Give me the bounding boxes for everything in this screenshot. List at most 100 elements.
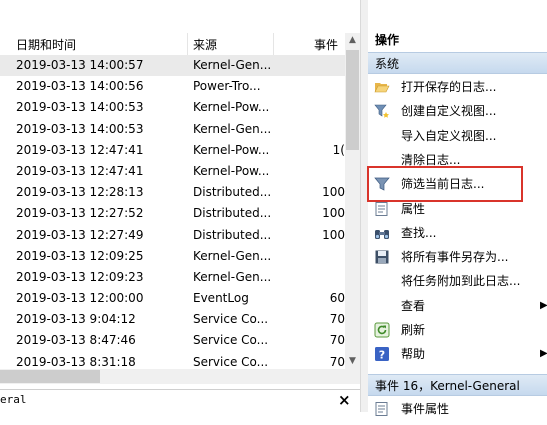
table-row[interactable]: 2019-03-13 12:09:23 Kernel-Gen...	[0, 267, 345, 288]
cell-datetime: 2019-03-13 12:47:41	[16, 163, 144, 178]
table-row[interactable]: 2019-03-13 12:28:13 Distributed... 100	[0, 182, 345, 203]
scrollbar-thumb[interactable]	[346, 50, 359, 150]
action-item-label: 导入自定义视图...	[401, 128, 497, 143]
action-item[interactable]: 创建自定义视图...	[368, 99, 547, 123]
cell-source: Kernel-Pow...	[193, 100, 270, 115]
table-row[interactable]: 2019-03-13 12:27:52 Distributed... 100	[0, 203, 345, 224]
cell-event-id: 100	[322, 227, 345, 242]
table-row[interactable]: 2019-03-13 14:00:57 Kernel-Gen...	[0, 55, 345, 77]
cell-datetime: 2019-03-13 8:47:46	[16, 333, 136, 348]
vertical-scrollbar[interactable]: ▲ ▼	[345, 33, 360, 369]
save-icon	[374, 249, 390, 265]
cell-source: Service Co...	[193, 312, 269, 327]
submenu-arrow-icon: ▶	[540, 348, 547, 360]
action-item[interactable]: 查看 ▶	[368, 294, 547, 318]
binoculars-icon	[374, 225, 390, 241]
properties-icon	[374, 401, 390, 417]
column-divider[interactable]	[187, 33, 188, 55]
table-row[interactable]: 2019-03-13 9:04:12 Service Co... 70	[0, 309, 345, 330]
scrollbar-thumb[interactable]	[0, 370, 100, 383]
cell-event-id: 60	[329, 291, 345, 306]
section-header-event[interactable]: 事件 16，Kernel-General	[368, 374, 547, 396]
cell-source: Kernel-Gen...	[193, 58, 272, 72]
cell-source: Service Co...	[193, 354, 269, 369]
svg-text:?: ?	[379, 349, 385, 362]
action-item[interactable]: 事件属性	[368, 397, 547, 421]
section-header-system[interactable]: 系统	[368, 52, 547, 74]
scroll-up-icon[interactable]: ▲	[345, 33, 360, 48]
action-item[interactable]: 导入自定义视图...	[368, 124, 547, 148]
help-icon: ?	[374, 346, 390, 362]
action-item[interactable]: 将任务附加到此日志...	[368, 269, 547, 293]
action-item-label: 查看	[401, 298, 426, 313]
action-item-label: 事件属性	[401, 402, 450, 416]
table-row[interactable]: 2019-03-13 12:09:25 Kernel-Gen...	[0, 246, 345, 267]
cell-event-id: 1(	[332, 142, 345, 157]
cell-event-id: 70	[329, 312, 345, 327]
event-detail-title: eral	[0, 393, 27, 406]
cell-source: Kernel-Pow...	[193, 142, 270, 157]
column-divider[interactable]	[273, 33, 274, 55]
action-item[interactable]: 查找...	[368, 221, 547, 245]
table-row[interactable]: 2019-03-13 14:00:53 Kernel-Pow...	[0, 97, 345, 118]
cell-source: Distributed...	[193, 206, 272, 221]
cell-datetime: 2019-03-13 14:00:53	[16, 121, 144, 136]
cell-datetime: 2019-03-13 12:47:41	[16, 142, 144, 157]
action-item[interactable]: 将所有事件另存为...	[368, 245, 547, 269]
highlight-box	[367, 166, 523, 202]
properties-icon	[374, 201, 390, 217]
folder-open-icon	[374, 79, 390, 95]
table-row[interactable]: 2019-03-13 14:00:53 Kernel-Gen...	[0, 119, 345, 140]
table-row[interactable]: 2019-03-13 8:31:18 Service Co... 70	[0, 352, 345, 369]
action-item-label: 查找...	[401, 225, 437, 240]
column-header-datetime[interactable]: 日期和时间	[16, 36, 76, 53]
cell-datetime: 2019-03-13 12:27:52	[16, 206, 144, 221]
column-header-source[interactable]: 来源	[193, 36, 217, 53]
cell-source: Kernel-Gen...	[193, 121, 272, 136]
cell-datetime: 2019-03-13 12:28:13	[16, 185, 144, 200]
event-rows: 2019-03-13 14:00:57 Kernel-Gen... 2019-03-…	[0, 55, 345, 369]
table-row[interactable]: 2019-03-13 12:47:41 Kernel-Pow...	[0, 161, 345, 182]
action-item-label: 打开保存的日志...	[401, 80, 497, 94]
cell-event-id: 70	[329, 333, 345, 348]
table-row[interactable]: 2019-03-13 14:00:56 Power-Tro...	[0, 76, 345, 97]
cell-datetime: 2019-03-13 8:31:18	[16, 354, 136, 369]
actions-pane-title: 操作	[375, 33, 400, 47]
action-item[interactable]: 打开保存的日志...	[368, 75, 547, 99]
column-header-row: 日期和时间 来源 事件	[0, 33, 345, 56]
table-row[interactable]: 2019-03-13 12:27:49 Distributed... 100	[0, 225, 345, 246]
cell-datetime: 2019-03-13 14:00:53	[16, 100, 144, 115]
action-item[interactable]: 刷新	[368, 318, 547, 342]
action-item-label: 创建自定义视图...	[401, 104, 497, 119]
cell-source: Kernel-Pow...	[193, 163, 270, 178]
cell-source: Kernel-Gen...	[193, 269, 272, 284]
refresh-icon	[374, 322, 390, 338]
cell-event-id: 100	[322, 185, 345, 200]
action-item-label: 帮助	[401, 347, 426, 362]
column-header-event-id[interactable]: 事件	[314, 36, 338, 53]
cell-source: EventLog	[193, 291, 249, 306]
scroll-down-icon[interactable]: ▼	[345, 354, 360, 369]
cell-datetime: 2019-03-13 9:04:12	[16, 312, 136, 327]
action-item-label: 将所有事件另存为...	[401, 250, 509, 265]
event-detail-pane-header: eral ×	[0, 389, 360, 413]
cell-datetime: 2019-03-13 12:27:49	[16, 227, 144, 242]
cell-source: Distributed...	[193, 227, 272, 242]
cell-source: Power-Tro...	[193, 79, 261, 94]
close-icon[interactable]: ×	[338, 391, 351, 409]
submenu-arrow-icon: ▶	[540, 299, 547, 311]
cell-source: Service Co...	[193, 333, 269, 348]
cell-datetime: 2019-03-13 12:09:23	[16, 269, 144, 284]
actions-pane: 操作 系统 打开保存的日志... 创建自定义视图... 导入自定义视图... 清除日志…	[368, 0, 547, 416]
cell-datetime: 2019-03-13 14:00:57	[16, 58, 144, 72]
action-item-label: 将任务附加到此日志...	[401, 274, 521, 289]
event-list-pane: 日期和时间 来源 事件 2019-03-13 14:00:57 Kernel-Ge…	[0, 0, 360, 413]
horizontal-scrollbar[interactable]	[0, 369, 345, 384]
cell-datetime: 2019-03-13 12:09:25	[16, 248, 144, 263]
cell-source: Distributed...	[193, 185, 272, 200]
table-row[interactable]: 2019-03-13 8:47:46 Service Co... 70	[0, 330, 345, 351]
action-item[interactable]: ? 帮助 ▶	[368, 342, 547, 366]
cell-datetime: 2019-03-13 12:00:00	[16, 291, 144, 306]
table-row[interactable]: 2019-03-13 12:00:00 EventLog 60	[0, 288, 345, 309]
table-row[interactable]: 2019-03-13 12:47:41 Kernel-Pow... 1(	[0, 140, 345, 161]
